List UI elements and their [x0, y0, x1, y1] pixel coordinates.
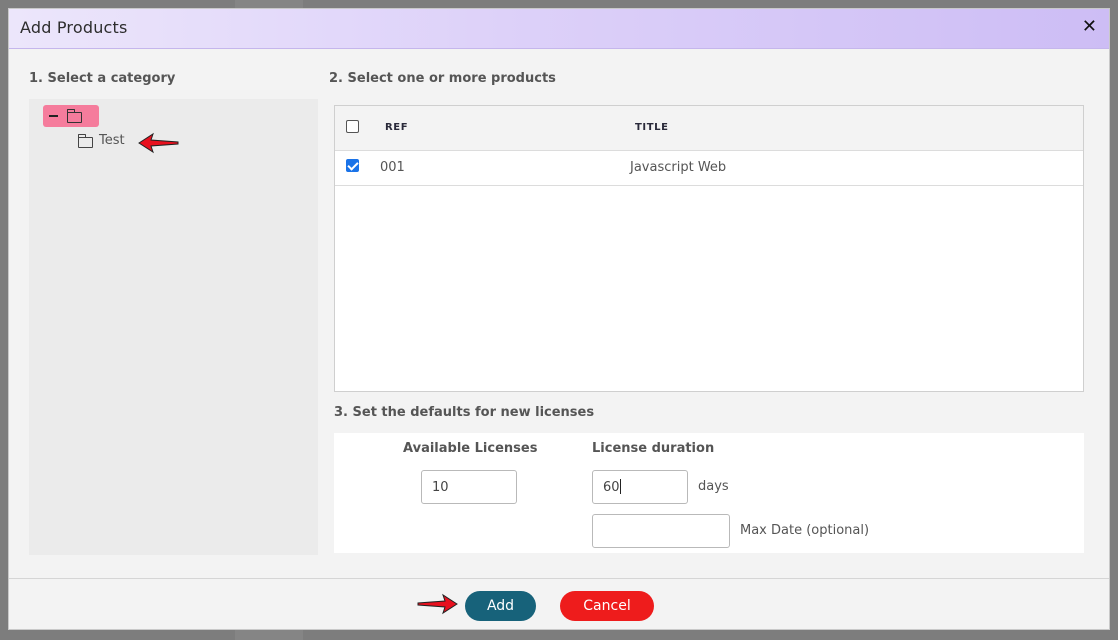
tree-root-node[interactable] — [43, 105, 99, 127]
add-products-dialog: Add Products ✕ 1. Select a category Test… — [8, 8, 1110, 630]
available-licenses-input[interactable] — [421, 470, 517, 504]
text-caret — [620, 479, 621, 494]
row-ref: 001 — [380, 160, 405, 175]
collapse-minus-icon[interactable] — [49, 115, 58, 117]
available-licenses-label: Available Licenses — [403, 441, 538, 456]
duration-unit-label: days — [698, 479, 729, 494]
max-date-input[interactable] — [592, 514, 730, 548]
dialog-footer: Add Cancel — [9, 578, 1109, 629]
select-all-checkbox[interactable] — [346, 120, 359, 133]
annotation-arrow-icon — [138, 132, 179, 154]
close-button[interactable]: ✕ — [1082, 17, 1097, 37]
license-duration-label: License duration — [592, 441, 715, 456]
category-section-label: 1. Select a category — [29, 71, 176, 86]
category-tree: Test — [29, 99, 318, 555]
cancel-button[interactable]: Cancel — [560, 591, 654, 621]
folder-icon — [78, 134, 93, 148]
folder-icon — [67, 109, 82, 123]
column-header-ref[interactable]: REF — [385, 122, 408, 133]
column-header-title[interactable]: TITLE — [635, 122, 669, 133]
add-button[interactable]: Add — [465, 591, 536, 621]
license-duration-input[interactable] — [592, 470, 688, 504]
dialog-header: Add Products ✕ — [9, 9, 1109, 49]
max-date-label: Max Date (optional) — [740, 523, 870, 538]
table-header: REF TITLE — [335, 106, 1083, 151]
dialog-title: Add Products — [20, 18, 128, 37]
defaults-section-label: 3. Set the defaults for new licenses — [334, 405, 595, 420]
table-row[interactable]: 001 Javascript Web — [335, 151, 1083, 186]
products-table: REF TITLE 001 Javascript Web — [334, 105, 1084, 392]
annotation-arrow-icon — [417, 593, 458, 615]
license-defaults-panel: Available Licenses License duration days… — [334, 433, 1084, 553]
products-section-label: 2. Select one or more products — [329, 71, 556, 86]
row-checkbox[interactable] — [346, 159, 359, 172]
tree-node-label: Test — [99, 133, 125, 148]
row-title: Javascript Web — [630, 160, 727, 175]
